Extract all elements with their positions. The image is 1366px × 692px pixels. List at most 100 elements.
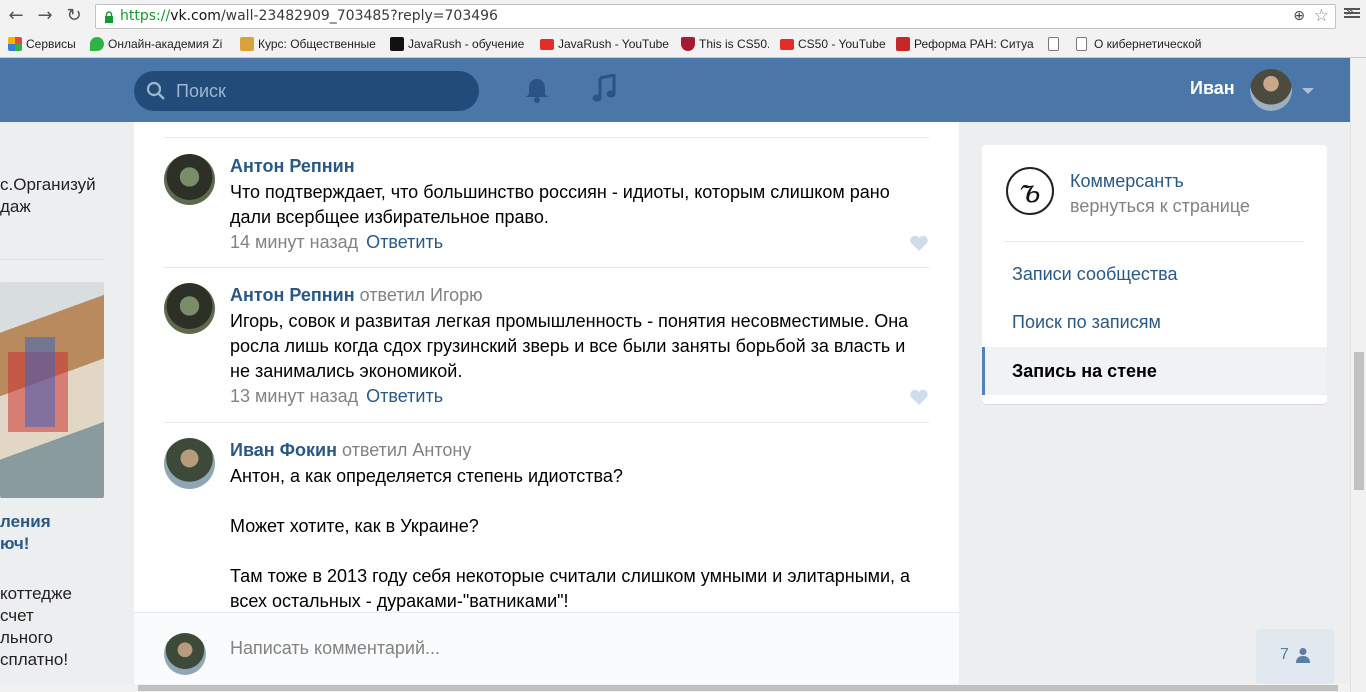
- page-icon: [1048, 37, 1059, 51]
- comment-text: Антон, а как определяется степень идиотс…: [230, 464, 930, 614]
- bell-icon[interactable]: [524, 76, 550, 104]
- lock-icon: [105, 11, 113, 23]
- browser-chrome: ← → ↻ https://vk.com/wall-23482909_70348…: [0, 0, 1366, 58]
- comment: Антон Репнин ответил Игорю Игорь, совок …: [164, 283, 929, 423]
- comment: Иван Фокин ответил Антону Антон, а как о…: [164, 438, 929, 618]
- course-icon: [240, 37, 254, 51]
- avatar: [164, 633, 206, 675]
- ad-title[interactable]: ления: [0, 512, 51, 532]
- comment-paragraph: Там тоже в 2013 году себя некоторые счит…: [230, 566, 911, 611]
- youtube-icon: [780, 39, 794, 50]
- youtube-icon: [540, 39, 554, 50]
- comment: Антон Репнин Что подтверждает, что больш…: [164, 154, 929, 268]
- scrollbar-thumb[interactable]: [1354, 352, 1364, 490]
- comment-composer: Написать комментарий...: [134, 612, 959, 692]
- user-name[interactable]: Иван: [1190, 78, 1235, 99]
- horizontal-scrollbar[interactable]: [0, 684, 1350, 692]
- comment-author: Антон Репнин ответил Игорю: [230, 285, 483, 306]
- avatar[interactable]: [164, 438, 215, 489]
- search-icon: [146, 81, 165, 100]
- javarush-icon: [390, 37, 404, 51]
- page-icon: [1076, 37, 1087, 51]
- ad-title[interactable]: юч!: [0, 534, 29, 554]
- vertical-scrollbar[interactable]: [1350, 58, 1366, 692]
- music-icon[interactable]: [592, 74, 618, 104]
- comment-time[interactable]: 13 минут назад: [230, 386, 358, 406]
- group-nav-card: ъ Коммерсантъ вернуться к странице Запис…: [982, 145, 1327, 404]
- ad-text: сплатно!: [0, 650, 69, 669]
- comment-meta: 13 минут назад Ответить: [230, 386, 443, 407]
- ad-text: льного: [0, 628, 53, 647]
- e-logo-icon: [896, 37, 910, 51]
- bookmark-item[interactable]: JavaRush - YouTube: [540, 36, 670, 52]
- divider: [164, 422, 929, 423]
- reload-icon[interactable]: ↻: [63, 5, 85, 27]
- harvard-shield-icon: [681, 37, 695, 51]
- person-icon: [1296, 648, 1310, 663]
- ad-text: даж: [0, 197, 31, 216]
- bookmarks-bar: Сервисы Онлайн-академия Zi Курс: Обществ…: [0, 33, 1366, 55]
- bookmark-item[interactable]: [1048, 36, 1066, 52]
- like-heart-icon[interactable]: [909, 234, 929, 252]
- comment-paragraph: Антон, а как определяется степень идиотс…: [230, 466, 623, 486]
- menu-item-community-posts[interactable]: Записи сообщества: [982, 250, 1327, 298]
- reply-button[interactable]: Ответить: [366, 232, 443, 252]
- comments-panel: Антон Репнин Что подтверждает, что больш…: [134, 122, 959, 692]
- avatar[interactable]: [1250, 69, 1292, 111]
- search-input[interactable]: Поиск: [134, 71, 479, 111]
- bookmark-item[interactable]: Онлайн-академия Zi: [90, 36, 228, 52]
- ad-image[interactable]: [0, 282, 104, 498]
- comment-input[interactable]: Написать комментарий...: [230, 638, 440, 659]
- divider: [164, 267, 929, 268]
- group-name-link[interactable]: Коммерсантъ: [1070, 171, 1184, 192]
- forward-icon[interactable]: →: [34, 5, 56, 27]
- bookmark-item[interactable]: Реформа РАН: Ситуа: [896, 36, 1036, 52]
- back-icon[interactable]: ←: [5, 5, 27, 27]
- apps-grid-icon: [8, 37, 22, 51]
- comment-author: Антон Репнин: [230, 156, 355, 177]
- ad-text: с.Организуй: [0, 175, 96, 194]
- bookmark-item[interactable]: О кибернетической: [1076, 36, 1214, 52]
- bookmark-item[interactable]: Сервисы: [8, 36, 78, 52]
- chevron-down-icon[interactable]: [1302, 88, 1314, 94]
- avatar[interactable]: [164, 154, 215, 205]
- ad-text: счет: [0, 606, 34, 625]
- menu-item-search-posts[interactable]: Поиск по записям: [982, 298, 1327, 346]
- online-count: 7: [1280, 646, 1289, 663]
- bookmark-item[interactable]: CS50 - YouTube: [780, 36, 888, 52]
- author-link[interactable]: Антон Репнин: [230, 285, 355, 305]
- address-bar[interactable]: https://vk.com/wall-23482909_703485?repl…: [95, 4, 1336, 29]
- bookmark-star-icon[interactable]: ☆: [1314, 6, 1329, 26]
- comment-author: Иван Фокин ответил Антону: [230, 440, 471, 461]
- vk-header: Поиск Иван: [0, 58, 1350, 122]
- map-pin-icon: [90, 37, 104, 51]
- bookmark-item[interactable]: This is CS50.: [681, 36, 769, 52]
- author-link[interactable]: Антон Репнин: [230, 156, 355, 176]
- divider: [164, 137, 929, 138]
- divider: [1004, 241, 1304, 242]
- zoom-icon[interactable]: ⊕: [1293, 8, 1305, 24]
- avatar[interactable]: [164, 283, 215, 334]
- reply-target[interactable]: ответил Игорю: [360, 285, 483, 305]
- back-to-page-link[interactable]: вернуться к странице: [1070, 196, 1250, 217]
- ad-text: коттедже: [0, 584, 72, 603]
- search-placeholder: Поиск: [176, 81, 226, 101]
- comment-text: Игорь, совок и развитая легкая промышлен…: [230, 311, 909, 381]
- comment-time[interactable]: 14 минут назад: [230, 232, 358, 252]
- comment-paragraph: Может хотите, как в Украине?: [230, 516, 479, 536]
- reply-button[interactable]: Ответить: [366, 386, 443, 406]
- bookmarks-overflow-icon[interactable]: »: [1345, 4, 1354, 20]
- bookmark-item[interactable]: Курс: Общественные: [240, 36, 378, 52]
- online-friends-button[interactable]: 7: [1256, 629, 1334, 684]
- bookmark-item[interactable]: JavaRush - обучение: [390, 36, 526, 52]
- like-heart-icon[interactable]: [909, 388, 929, 406]
- reply-target[interactable]: ответил Антону: [342, 440, 471, 460]
- menu-item-wall-post[interactable]: Запись на стене: [982, 347, 1327, 395]
- url-text: https://vk.com/wall-23482909_703485?repl…: [120, 8, 498, 24]
- divider: [0, 259, 104, 260]
- group-logo[interactable]: ъ: [1006, 167, 1054, 215]
- author-link[interactable]: Иван Фокин: [230, 440, 337, 460]
- scrollbar-thumb[interactable]: [138, 685, 1338, 691]
- left-ad-column: с.Организуй даж ления юч! коттедже счет …: [0, 122, 134, 692]
- comment-meta: 14 минут назад Ответить: [230, 232, 443, 253]
